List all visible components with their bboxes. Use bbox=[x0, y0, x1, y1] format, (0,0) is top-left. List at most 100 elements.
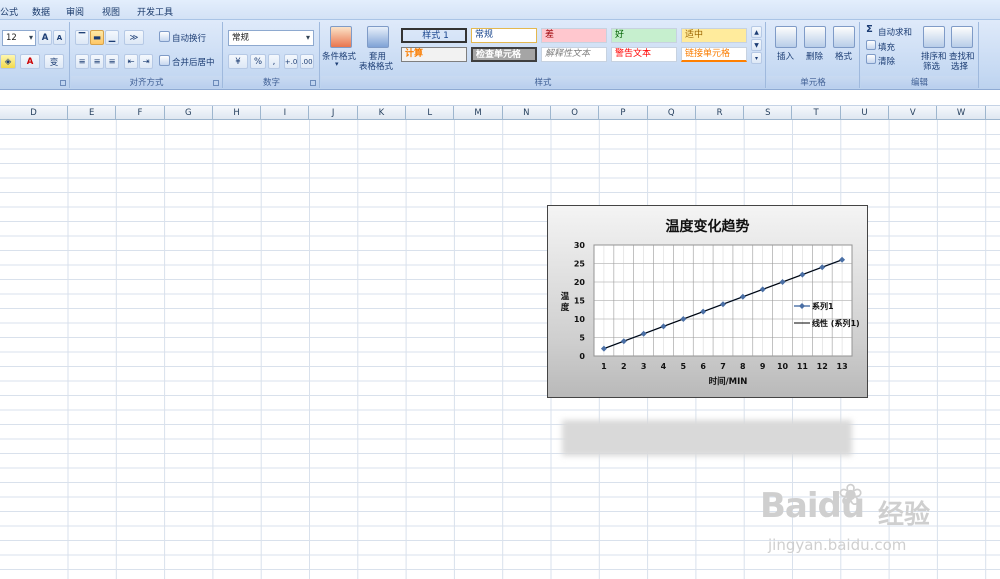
decrease-decimal-button[interactable]: .00 bbox=[300, 54, 314, 69]
percent-button[interactable]: % bbox=[250, 54, 266, 69]
y-axis-label: 温度 bbox=[561, 291, 570, 313]
column-header-w[interactable]: W bbox=[937, 106, 986, 120]
font-group: 12 A A ◈ A 变 bbox=[0, 22, 70, 88]
shrink-font-button[interactable]: A bbox=[53, 30, 66, 45]
styles-scroll-down-button[interactable]: ▼ bbox=[751, 39, 762, 51]
align-left-button[interactable]: ≡ bbox=[75, 54, 89, 69]
y-tick-label: 20 bbox=[574, 278, 586, 287]
fill-color-button[interactable]: ◈ bbox=[0, 54, 16, 69]
binoculars-icon bbox=[951, 26, 973, 48]
align-top-button[interactable]: ▔ bbox=[75, 30, 89, 45]
column-header-f[interactable]: F bbox=[116, 106, 165, 120]
column-header-o[interactable]: O bbox=[551, 106, 600, 120]
increase-indent-button[interactable]: ⇥ bbox=[139, 54, 153, 69]
menu-developer[interactable]: 开发工具 bbox=[137, 5, 173, 18]
column-header-i[interactable]: I bbox=[261, 106, 310, 120]
style-cell-linked[interactable]: 链接单元格 bbox=[681, 47, 747, 62]
table-format-button-line2[interactable]: 表格格式 bbox=[359, 60, 393, 72]
align-bottom-button[interactable]: ▁ bbox=[105, 30, 119, 45]
style-cell-normal[interactable]: 常规 bbox=[471, 28, 537, 43]
column-header-t[interactable]: T bbox=[793, 106, 841, 120]
autosum-button[interactable]: 自动求和 bbox=[878, 26, 912, 38]
menu-review[interactable]: 审阅 bbox=[66, 5, 84, 18]
increase-indent-icon: ⇥ bbox=[142, 56, 150, 67]
column-header-v[interactable]: V bbox=[889, 106, 938, 120]
column-header-q[interactable]: Q bbox=[648, 106, 696, 120]
style-cell-custom[interactable]: 样式 1 bbox=[401, 28, 467, 43]
column-header-p[interactable]: P bbox=[599, 106, 648, 120]
y-tick-label: 15 bbox=[574, 297, 586, 306]
number-dialog-launcher[interactable] bbox=[310, 80, 316, 86]
increase-decimal-button[interactable]: +.0 bbox=[284, 54, 298, 69]
paw-icon: ❀ bbox=[838, 478, 864, 513]
x-tick-label: 2 bbox=[621, 362, 627, 371]
style-cell-calculation[interactable]: 计算 bbox=[401, 47, 467, 62]
font-color-button[interactable]: A bbox=[20, 54, 40, 69]
comma-button[interactable]: , bbox=[268, 54, 280, 69]
column-header-k[interactable]: K bbox=[358, 106, 407, 120]
decrease-indent-button[interactable]: ⇤ bbox=[124, 54, 138, 69]
column-header-r[interactable]: R bbox=[696, 106, 745, 120]
column-header-m[interactable]: M bbox=[454, 106, 503, 120]
orientation-button[interactable]: ≫ bbox=[124, 30, 144, 45]
number-format-select[interactable]: 常规 bbox=[228, 30, 314, 46]
column-header-j[interactable]: J bbox=[310, 106, 358, 120]
alignment-dialog-launcher[interactable] bbox=[213, 80, 219, 86]
clear-icon bbox=[866, 54, 876, 64]
number-group: 常规 ¥ % , +.0 .00 数字 bbox=[224, 22, 320, 88]
conditional-format-button[interactable]: 条件格式 bbox=[322, 50, 356, 62]
styles-scroll-up-button[interactable]: ▲ bbox=[751, 26, 762, 38]
decrease-indent-icon: ⇤ bbox=[127, 56, 135, 67]
column-header-d[interactable]: D bbox=[0, 106, 68, 120]
fill-button[interactable]: 填充 bbox=[878, 41, 895, 53]
column-header-h[interactable]: H bbox=[213, 106, 262, 120]
sigma-icon: Σ bbox=[866, 24, 873, 35]
y-tick-label: 25 bbox=[574, 260, 586, 269]
legend-label-trendline: 线性 (系列1) bbox=[812, 318, 860, 328]
styles-more-button[interactable]: ▾ bbox=[751, 52, 762, 64]
menu-formulas[interactable]: 公式 bbox=[0, 5, 18, 18]
accounting-format-button[interactable]: ¥ bbox=[228, 54, 248, 69]
menu-view[interactable]: 视图 bbox=[102, 5, 120, 18]
wrap-text-button[interactable]: 自动换行 bbox=[172, 32, 206, 44]
column-header-e[interactable]: E bbox=[68, 106, 117, 120]
column-header-s[interactable]: S bbox=[744, 106, 793, 120]
legend-label-series-1: 系列1 bbox=[812, 301, 834, 311]
delete-icon bbox=[804, 26, 826, 48]
align-middle-button[interactable]: ▬ bbox=[90, 30, 104, 45]
grow-font-button[interactable]: A bbox=[38, 30, 52, 45]
style-cell-neutral[interactable]: 适中 bbox=[681, 28, 747, 43]
align-right-button[interactable]: ≡ bbox=[105, 54, 119, 69]
x-tick-label: 13 bbox=[837, 362, 848, 371]
x-tick-label: 1 bbox=[601, 362, 607, 371]
style-cell-good[interactable]: 好 bbox=[611, 28, 677, 43]
menu-data[interactable]: 数据 bbox=[32, 5, 50, 18]
clear-button[interactable]: 清除 bbox=[878, 55, 895, 67]
delete-button[interactable]: 删除 bbox=[806, 50, 823, 62]
sort-filter-icon bbox=[923, 26, 945, 48]
style-cell-warning[interactable]: 警告文本 bbox=[611, 47, 677, 62]
insert-button[interactable]: 插入 bbox=[777, 50, 794, 62]
x-tick-label: 8 bbox=[740, 362, 746, 371]
find-select-button-line2[interactable]: 选择 bbox=[951, 60, 968, 72]
merge-center-button[interactable]: 合并后居中 bbox=[172, 56, 215, 68]
column-header-g[interactable]: G bbox=[165, 106, 213, 120]
font-dialog-launcher[interactable] bbox=[60, 80, 66, 86]
column-header-u[interactable]: U bbox=[841, 106, 890, 120]
column-header-l[interactable]: L bbox=[406, 106, 455, 120]
style-cell-check[interactable]: 检查单元格 bbox=[471, 47, 537, 62]
conditional-format-icon bbox=[330, 26, 352, 48]
format-button[interactable]: 格式 bbox=[835, 50, 852, 62]
style-cell-bad[interactable]: 差 bbox=[541, 28, 607, 43]
font-size-select[interactable]: 12 bbox=[2, 30, 36, 46]
styles-group-label: 样式 bbox=[321, 76, 765, 88]
style-cell-explanatory[interactable]: 解释性文本 bbox=[541, 47, 607, 62]
align-center-button[interactable]: ≡ bbox=[90, 54, 104, 69]
chart-object[interactable]: 温度变化趋势 0 5 10 15 20 25 30 1 2 3 4 5 6 7 8 9 10 11 12 13 时间/M… bbox=[547, 205, 868, 398]
cells-group-label: 单元格 bbox=[767, 76, 859, 88]
column-header-n[interactable]: N bbox=[503, 106, 551, 120]
chevron-up-icon: ▲ bbox=[754, 28, 759, 36]
format-icon bbox=[833, 26, 855, 48]
phonetic-button[interactable]: 变 bbox=[44, 54, 64, 69]
sort-filter-button-line2[interactable]: 筛选 bbox=[923, 60, 940, 72]
